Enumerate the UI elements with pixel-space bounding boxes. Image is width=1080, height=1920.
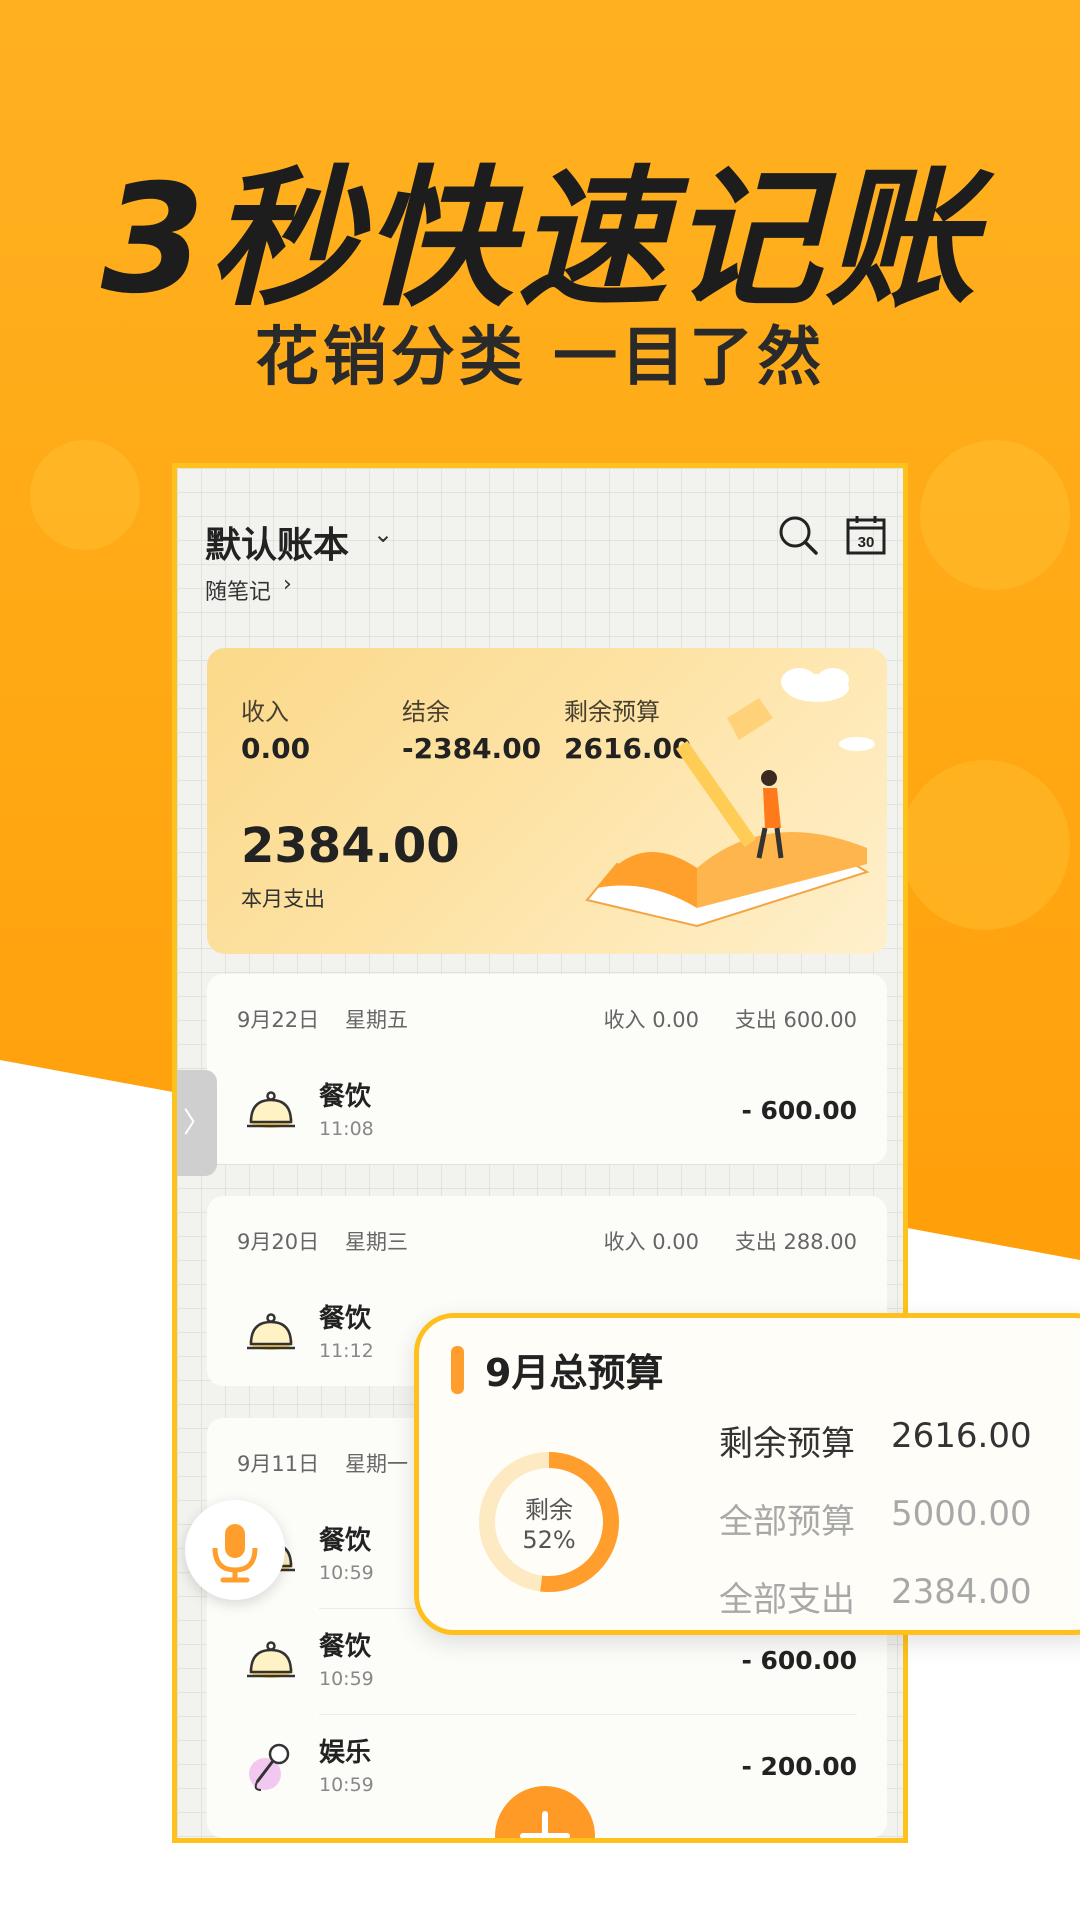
budget-row-value: 2384.00: [891, 1572, 1032, 1612]
voice-input-button[interactable]: [185, 1500, 285, 1600]
side-drawer-handle[interactable]: 〉: [177, 1070, 217, 1176]
microphone-icon: [212, 1524, 258, 1583]
monthly-summary-card[interactable]: 收入 0.00 结余 -2384.00 剩余预算 2616.00 2384.00…: [207, 648, 887, 954]
transaction-time: 11:12: [319, 1340, 374, 1362]
budget-title: 9月总预算: [485, 1351, 664, 1395]
promo-headline: 3秒快速记账: [100, 153, 980, 327]
book-pencil-illustration: [585, 668, 875, 928]
balance-label: 结余: [402, 698, 450, 726]
phone-screen: 默认账本 ⌄ 随笔记 › 30 收入 0.00 结余 -2384.00 剩余预算…: [172, 463, 908, 1843]
transaction-time: 10:59: [319, 1774, 374, 1796]
transaction-category: 娱乐: [319, 1738, 372, 1768]
transaction-category: 餐饮: [319, 1526, 372, 1556]
budget-row-label: 全部预算: [719, 1502, 855, 1542]
transaction-amount: - 600.00: [741, 1096, 857, 1125]
transaction-time: 10:59: [319, 1668, 374, 1690]
row-divider: [319, 1714, 857, 1715]
income-label: 收入: [241, 698, 289, 726]
day-income: 收入 0.00: [603, 1230, 699, 1254]
balance-value: -2384.00: [402, 732, 542, 765]
chevron-right-icon: ›: [283, 572, 292, 597]
budget-row-value: 2616.00: [891, 1416, 1032, 1456]
calendar-day-number: 30: [858, 534, 875, 551]
day-income: 收入 0.00: [603, 1008, 699, 1032]
transaction-amount: - 200.00: [741, 1752, 857, 1781]
monthly-budget-card[interactable]: 9月总预算 剩余 52% 剩余预算 2616.00 全部预算 5000.00 全…: [414, 1313, 1080, 1635]
transaction-category: 餐饮: [319, 1304, 372, 1334]
income-value: 0.00: [241, 732, 311, 765]
title-accent-bar: [451, 1346, 464, 1394]
day-date: 9月11日: [237, 1452, 320, 1476]
promo-subheadline: 花销分类 一目了然: [254, 321, 826, 395]
day-weekday: 星期三: [345, 1230, 408, 1254]
bg-decoration: [30, 440, 140, 550]
day-weekday: 星期一: [345, 1452, 408, 1476]
donut-percent: 52%: [522, 1526, 576, 1554]
dining-bell-icon: [247, 1091, 295, 1128]
transaction-time: 10:59: [319, 1562, 374, 1584]
cloud-icon: [781, 668, 875, 751]
day-date: 9月20日: [237, 1230, 320, 1254]
account-book-title[interactable]: 默认账本: [205, 516, 349, 568]
search-icon[interactable]: [777, 514, 819, 556]
add-record-button[interactable]: [495, 1786, 595, 1838]
budget-row-label: 全部支出: [719, 1580, 855, 1620]
dining-bell-icon: [247, 1641, 295, 1678]
calendar-icon[interactable]: 30: [845, 514, 887, 556]
budget-row-label: 剩余预算: [719, 1424, 855, 1464]
day-expense: 支出 600.00: [734, 1008, 857, 1032]
microphone-karaoke-icon: [249, 1743, 290, 1791]
bg-decoration: [920, 440, 1070, 590]
journal-link[interactable]: 随笔记: [205, 574, 271, 606]
transaction-time: 11:08: [319, 1118, 374, 1140]
bg-decoration: [900, 760, 1070, 930]
month-expense-label: 本月支出: [241, 887, 325, 911]
plus-icon: [520, 1811, 570, 1838]
donut-label: 剩余: [525, 1496, 573, 1524]
dining-bell-icon: [247, 1313, 295, 1350]
day-group: 9月22日 星期五 收入 0.00 支出 600.00 餐饮 11:08 - 6…: [207, 974, 887, 1164]
day-date: 9月22日: [237, 1008, 320, 1032]
chevron-down-icon[interactable]: ⌄: [373, 520, 393, 548]
transaction-category: 餐饮: [319, 1082, 372, 1112]
month-expense-value: 2384.00: [241, 818, 460, 874]
transaction-category: 餐饮: [319, 1632, 372, 1662]
day-expense: 支出 288.00: [734, 1230, 857, 1254]
transaction-row[interactable]: 餐饮 11:08 - 600.00: [207, 1060, 887, 1164]
budget-row-value: 5000.00: [891, 1494, 1032, 1534]
transaction-amount: - 600.00: [741, 1646, 857, 1675]
day-weekday: 星期五: [345, 1008, 408, 1032]
